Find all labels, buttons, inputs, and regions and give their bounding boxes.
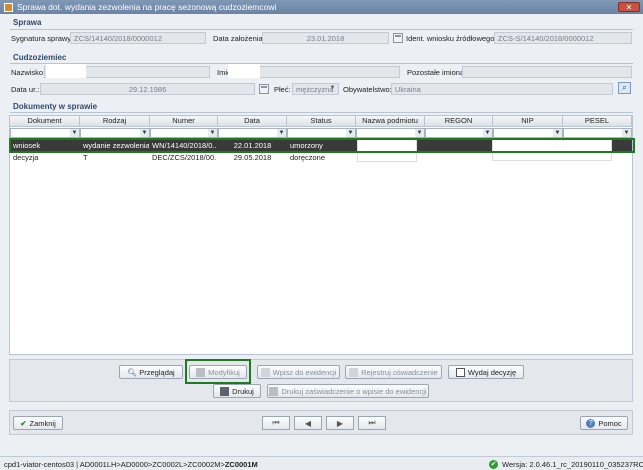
chevron-down-icon: ▼: [415, 129, 424, 137]
window-titlebar: Sprawa dot. wydania zezwolenia na pracę …: [0, 0, 643, 14]
chevron-down-icon: ▼: [70, 129, 79, 137]
printer-icon: [220, 386, 230, 396]
rejestruj-oswiadczenie-button[interactable]: Rejestruj oświadczenie: [345, 365, 442, 379]
plec-label: Płeć:: [274, 85, 291, 94]
search-obywatelstwo-button[interactable]: ⌕: [618, 82, 631, 94]
filter-rodzaj[interactable]: ▼: [80, 128, 150, 138]
data-ur-field: 29.12.1986: [40, 83, 255, 95]
chevron-down-icon: ▼: [277, 129, 286, 137]
close-window-button[interactable]: ✕: [618, 2, 640, 12]
obywatelstwo-label: Obywatelstwo:: [343, 85, 392, 94]
column-header-pesel[interactable]: PESEL: [563, 116, 632, 127]
chevron-down-icon: ▼: [140, 129, 149, 137]
app-icon: [4, 2, 13, 12]
nazwisko-label: Nazwisko:: [11, 68, 46, 77]
cell-numer: DEC/ZCS/2018/00...: [152, 153, 217, 162]
column-header-dokument[interactable]: Dokument: [10, 116, 80, 127]
previous-record-button[interactable]: ◀: [294, 416, 322, 430]
cell-data: 29.05.2018: [233, 153, 272, 162]
previous-icon: ◀: [304, 418, 312, 428]
chevron-down-icon: ▼: [346, 129, 355, 137]
section-title-sprawa: Sprawa: [13, 18, 42, 27]
ok-status-icon: ✔: [489, 460, 498, 469]
ident-wniosku-label: Ident. wniosku źródłowego:: [406, 34, 497, 43]
filter-dokument[interactable]: ▼: [10, 128, 80, 138]
przegladaj-button[interactable]: 🔍︎ Przeglądaj: [119, 365, 183, 379]
selected-row-highlight: [9, 138, 635, 153]
cell-dokument: decyzja: [13, 153, 39, 162]
search-icon: ⌕: [622, 83, 627, 92]
data-zalozenia-label: Data założenia:: [213, 34, 265, 43]
section-divider: [10, 112, 633, 113]
status-bar: cpd1-viator-centos03 | AD0001LH>AD0000>Z…: [0, 456, 643, 470]
chevron-down-icon: ▼: [483, 129, 492, 137]
version-text: Wersja: 2.0.46.1_rc_20190110_035237RC: [502, 460, 643, 469]
pozostale-imiona-label: Pozostałe imiona:: [407, 68, 467, 77]
calendar-icon[interactable]: [259, 84, 269, 94]
chevron-down-icon: ▼: [553, 129, 562, 137]
section-divider: [10, 63, 633, 64]
chevron-down-icon: ▼: [622, 129, 631, 137]
data-zalozenia-field: 23.01.2018: [262, 32, 389, 44]
filter-nazwa-podmiotu[interactable]: ▼: [356, 128, 425, 138]
filter-status[interactable]: ▼: [287, 128, 356, 138]
chevron-down-icon: ▼: [208, 129, 217, 137]
filter-regon[interactable]: ▼: [425, 128, 493, 138]
sygnatura-field: ZCS/14140/2018/0000012: [70, 32, 206, 44]
section-divider: [10, 29, 633, 30]
sygnatura-label: Sygnatura sprawy:: [11, 34, 74, 43]
check-icon: ✔: [20, 418, 27, 428]
drukuj-zaswiadczenie-button[interactable]: Drukuj zaświadczenie o wpisie do ewidenc…: [267, 384, 429, 398]
printer-icon: [269, 386, 279, 396]
chevron-down-icon: ▼: [329, 85, 336, 91]
next-icon: ▶: [336, 418, 344, 428]
window-title: Sprawa dot. wydania zezwolenia na pracę …: [17, 2, 277, 12]
cell-rodzaj: T: [83, 153, 88, 162]
modyfikuj-highlight: [185, 359, 251, 384]
obywatelstwo-field: Ukraina: [391, 83, 613, 95]
pomoc-button[interactable]: ? Pomoc: [580, 416, 628, 430]
section-title-cudzoziemiec: Cudzoziemiec: [13, 53, 67, 62]
filter-numer[interactable]: ▼: [150, 128, 218, 138]
first-icon: ⏮: [272, 418, 280, 427]
column-header-nip[interactable]: NIP: [493, 116, 563, 127]
redacted-nazwisko: [46, 64, 86, 78]
cell-status: doręczone: [290, 153, 326, 162]
column-header-numer[interactable]: Numer: [150, 116, 218, 127]
filter-nip[interactable]: ▼: [493, 128, 563, 138]
data-ur-label: Data ur.:: [11, 85, 40, 94]
status-path: cpd1-viator-centos03 | AD0001LH>AD0000>Z…: [4, 460, 258, 469]
last-icon: ⏭: [368, 418, 376, 427]
document-icon: [260, 367, 270, 377]
column-header-regon[interactable]: REGON: [425, 116, 493, 127]
column-header-status[interactable]: Status: [287, 116, 356, 127]
first-record-button[interactable]: ⏮: [262, 416, 290, 430]
magnifier-icon: 🔍︎: [127, 367, 137, 377]
document-icon: [349, 367, 359, 377]
redacted-imie: [228, 64, 260, 78]
column-header-rodzaj[interactable]: Rodzaj: [80, 116, 150, 127]
next-record-button[interactable]: ▶: [326, 416, 354, 430]
last-record-button[interactable]: ⏭: [358, 416, 386, 430]
filter-pesel[interactable]: ▼: [563, 128, 632, 138]
section-title-dokumenty: Dokumenty w sprawie: [13, 102, 98, 111]
filter-data[interactable]: ▼: [218, 128, 287, 138]
column-header-nazwa-podmiotu[interactable]: Nazwa podmiotu: [356, 116, 425, 127]
ident-wniosku-field: ZCS-S/14140/2018/0000012: [494, 32, 632, 44]
help-icon: ?: [586, 418, 596, 428]
plec-select[interactable]: mężczyzna ▼: [292, 83, 339, 95]
drukuj-button[interactable]: Drukuj: [213, 384, 261, 398]
wydaj-decyzje-button[interactable]: Wydaj decyzję: [448, 365, 524, 379]
calendar-icon[interactable]: [393, 33, 403, 43]
column-header-data[interactable]: Data: [218, 116, 287, 127]
pozostale-imiona-field: [462, 66, 632, 78]
zamknij-button[interactable]: ✔ Zamknij: [13, 416, 63, 430]
document-icon: [455, 367, 465, 377]
wpisz-do-ewidencji-button[interactable]: Wpisz do ewidencji: [257, 365, 340, 379]
